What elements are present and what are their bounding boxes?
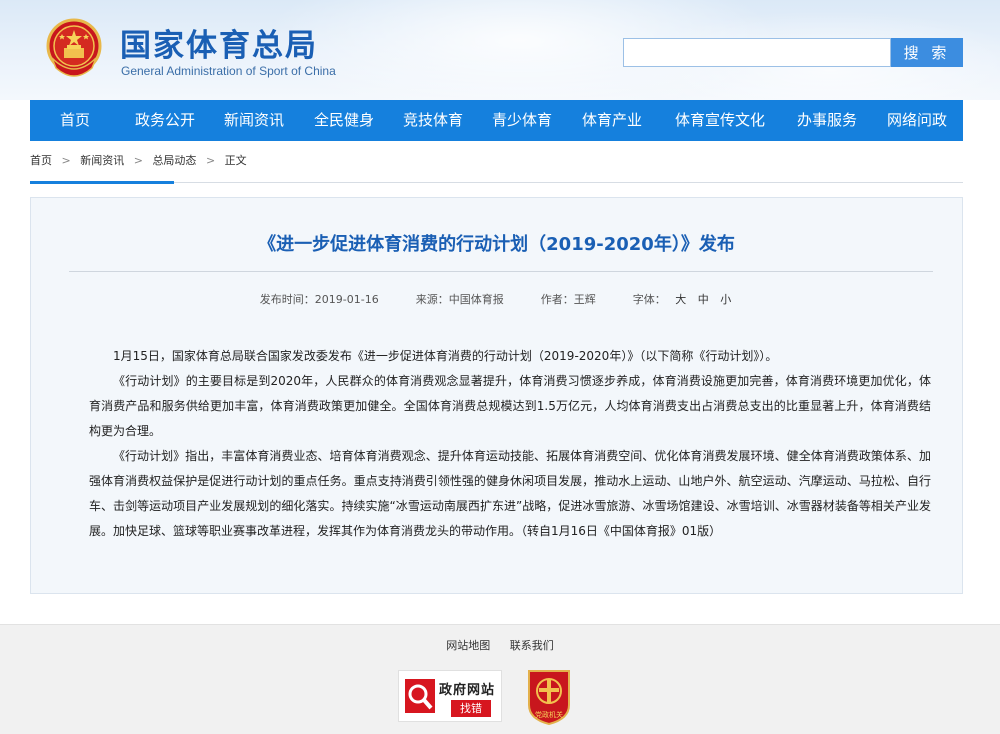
nav-item-services[interactable]: 办事服务	[797, 100, 857, 141]
breadcrumb-accent-bar	[30, 181, 174, 184]
font-size-small-button[interactable]: 小	[720, 291, 731, 307]
footer-links: 网站地图 联系我们	[0, 637, 1000, 653]
site-header: 国家体育总局 General Administration of Sport o…	[0, 0, 1000, 100]
footer-link-sitemap[interactable]: 网站地图	[446, 639, 490, 652]
nav-item-home[interactable]: 首页	[60, 100, 90, 141]
nav-item-online-inquiry[interactable]: 网络问政	[887, 100, 947, 141]
breadcrumb: 首页 > 新闻资讯 > 总局动态 > 正文	[30, 152, 247, 168]
publish-time-label: 发布时间：	[259, 293, 315, 306]
nav-item-youth-sports[interactable]: 青少体育	[492, 100, 552, 141]
footer-link-contact[interactable]: 联系我们	[510, 639, 554, 652]
breadcrumb-news[interactable]: 新闻资讯	[80, 152, 124, 168]
font-size-large-button[interactable]: 大	[675, 291, 686, 307]
nav-item-sports-industry[interactable]: 体育产业	[582, 100, 642, 141]
national-emblem-icon[interactable]	[46, 18, 102, 80]
author-label: 作者：	[540, 293, 574, 306]
article-paragraph: 1月15日，国家体育总局联合国家发改委发布《进一步促进体育消费的行动计划（201…	[113, 349, 778, 363]
breadcrumb-separator: >	[133, 153, 143, 167]
nav-item-government-affairs[interactable]: 政务公开	[135, 100, 195, 141]
breadcrumb-separator: >	[205, 153, 216, 167]
nav-item-sports-culture[interactable]: 体育宣传文化	[675, 100, 765, 141]
source-label: 来源：	[415, 293, 449, 306]
article-title: 《进一步促进体育消费的行动计划（2019-2020年）》发布	[258, 234, 735, 255]
site-footer: 网站地图 联系我们 政府网站 找错 党政机关	[0, 624, 1000, 734]
article-paragraph: 《行动计划》指出，丰富体育消费业态、培育体育消费观念、提升体育运动技能、拓展体育…	[89, 449, 931, 538]
font-size-label: 字体：	[632, 293, 666, 306]
search-input[interactable]	[623, 38, 891, 67]
breadcrumb-current: 正文	[224, 154, 247, 167]
party-badge-text: 党政机关	[535, 710, 563, 719]
article-meta: 发布时间：2019-01-16 来源：中国体育报 作者：王辉 字体： 大 中 小	[31, 291, 962, 307]
party-government-agency-badge-icon[interactable]: 党政机关	[525, 669, 573, 725]
publish-time: 2019-01-16	[314, 293, 379, 306]
article-container: 《进一步促进体育消费的行动计划（2019-2020年）》发布 发布时间：2019…	[30, 197, 963, 594]
font-size-medium-button[interactable]: 中	[698, 291, 709, 307]
nav-item-competitive-sports[interactable]: 竞技体育	[403, 100, 463, 141]
main-nav: 首页 政务公开 新闻资讯 全民健身 竞技体育 青少体育 体育产业 体育宣传文化 …	[30, 100, 963, 141]
article-body: 1月15日，国家体育总局联合国家发改委发布《进一步促进体育消费的行动计划（201…	[89, 344, 931, 544]
magnifier-icon	[405, 679, 435, 713]
gov-website-error-report-badge[interactable]: 政府网站 找错	[398, 670, 502, 722]
nav-item-national-fitness[interactable]: 全民健身	[314, 100, 374, 141]
breadcrumb-separator: >	[61, 153, 71, 167]
gov-badge-title: 政府网站	[439, 683, 496, 698]
author: 王辉	[573, 293, 596, 306]
site-title[interactable]: 国家体育总局	[120, 20, 318, 65]
article-paragraph: 《行动计划》的主要目标是到2020年，人民群众的体育消费观念显著提升，体育消费习…	[89, 374, 931, 438]
title-divider	[69, 271, 933, 272]
source: 中国体育报	[448, 293, 504, 306]
breadcrumb-bureau-news[interactable]: 总局动态	[152, 152, 196, 168]
gov-badge-subtitle: 找错	[451, 700, 491, 717]
nav-item-news[interactable]: 新闻资讯	[224, 100, 284, 141]
search-button[interactable]: 搜 索	[891, 38, 963, 67]
site-subtitle: General Administration of Sport of China	[121, 64, 336, 78]
breadcrumb-home[interactable]: 首页	[30, 152, 52, 168]
